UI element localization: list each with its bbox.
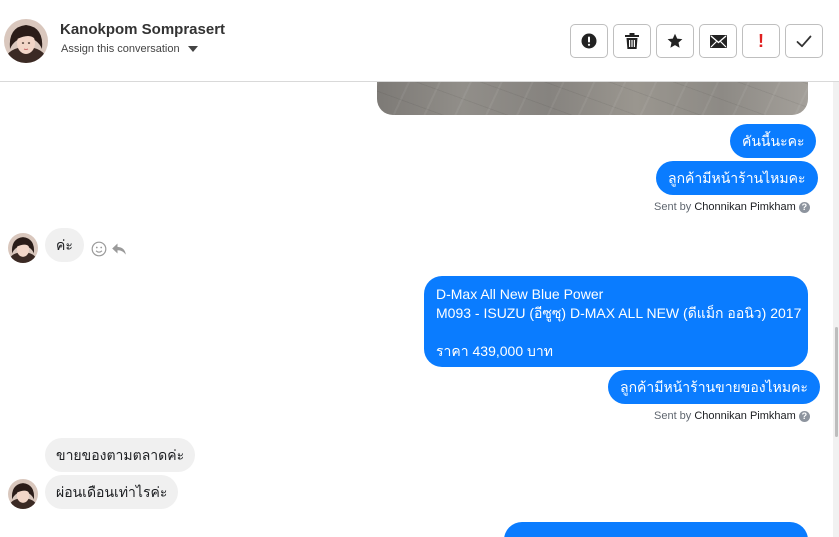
message-actions <box>91 241 127 257</box>
avatar[interactable] <box>4 19 48 63</box>
assign-conversation-dropdown[interactable]: Assign this conversation <box>61 43 198 55</box>
emoji-reaction-icon[interactable] <box>91 241 107 257</box>
outgoing-message[interactable] <box>504 522 808 537</box>
mark-unread-button[interactable] <box>699 24 737 58</box>
outgoing-message[interactable]: คันนี้นะคะ <box>730 124 817 158</box>
outgoing-message-card[interactable]: D-Max All New Blue Power M093 - ISUZU (อ… <box>424 276 808 367</box>
contact-name: Kanokpom Somprasert <box>60 21 226 38</box>
outgoing-message[interactable]: ลูกค้ามีหน้าร้านไหมคะ <box>656 161 818 195</box>
assign-label: Assign this conversation <box>61 43 180 55</box>
outgoing-message[interactable]: ลูกค้ามีหน้าร้านขายของไหมคะ <box>608 370 820 404</box>
report-button[interactable] <box>570 24 608 58</box>
sender-name: Chonnikan Pimkham <box>694 410 796 422</box>
trash-icon <box>625 33 639 49</box>
caret-down-icon <box>187 46 198 52</box>
sent-by-label: Sent by Chonnikan Pimkham ? <box>654 201 810 213</box>
incoming-message[interactable]: ขายของตามตลาดค่ะ <box>45 438 196 472</box>
star-icon <box>667 33 683 48</box>
avatar[interactable] <box>8 233 38 263</box>
card-subtitle: M093 - ISUZU (อีซูซุ) D-MAX ALL NEW (ดีแ… <box>436 305 802 321</box>
incoming-message[interactable]: ผ่อนเดือนเท่าไรค่ะ <box>45 475 179 509</box>
exclamation-icon: ! <box>758 30 764 51</box>
shared-photo[interactable] <box>377 82 808 115</box>
exclamation-circle-icon <box>581 33 597 49</box>
sender-name: Chonnikan Pimkham <box>694 201 796 213</box>
star-button[interactable] <box>656 24 694 58</box>
incoming-message[interactable]: ค่ะ <box>45 228 84 262</box>
conversation-actions: ! <box>570 24 823 58</box>
envelope-icon <box>709 34 727 48</box>
done-button[interactable] <box>785 24 823 58</box>
message-thread[interactable]: คันนี้นะคะ ลูกค้ามีหน้าร้านไหมคะ Sent by… <box>0 82 839 537</box>
sent-by-label: Sent by Chonnikan Pimkham ? <box>654 410 810 422</box>
check-icon <box>796 35 812 47</box>
avatar[interactable] <box>8 479 38 509</box>
help-icon[interactable]: ? <box>798 201 810 213</box>
reply-icon[interactable] <box>111 241 127 257</box>
card-title: D-Max All New Blue Power <box>436 286 604 302</box>
important-button[interactable]: ! <box>742 24 780 58</box>
card-price: ราคา 439,000 บาท <box>436 343 553 359</box>
scrollbar-thumb[interactable] <box>835 327 838 437</box>
help-icon[interactable]: ? <box>798 410 810 422</box>
scrollbar[interactable] <box>833 82 839 537</box>
conversation-header: Kanokpom Somprasert Assign this conversa… <box>0 0 839 82</box>
delete-button[interactable] <box>613 24 651 58</box>
